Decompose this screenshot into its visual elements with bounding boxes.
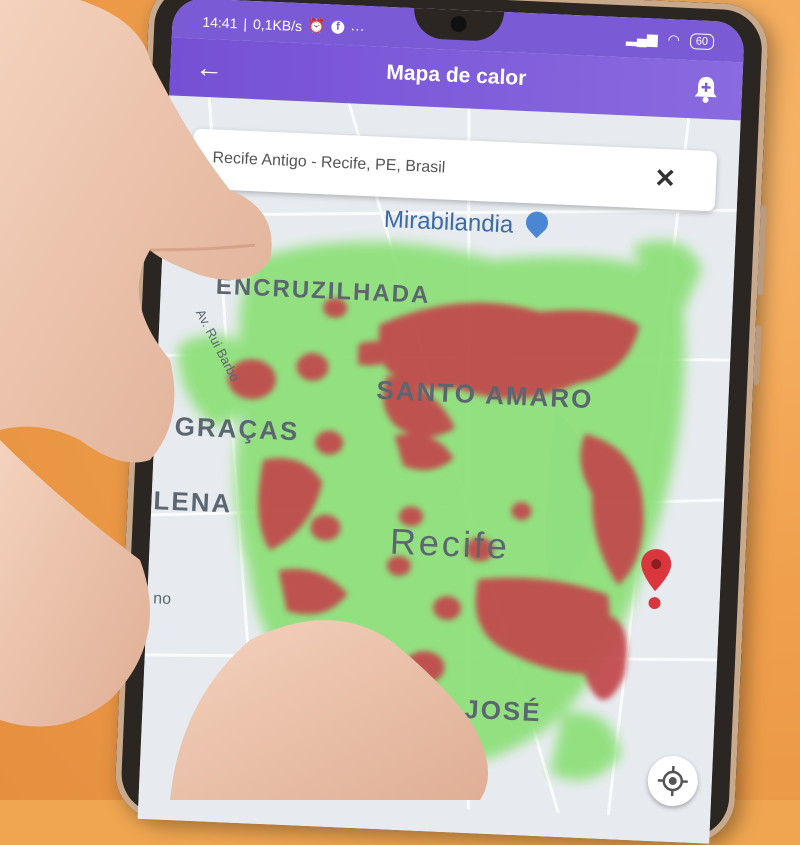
alarm-icon: ⏰ xyxy=(307,17,326,35)
map-label-sao-jose: SÃO JOSÉ xyxy=(392,690,543,728)
page-title: Mapa de calor xyxy=(385,60,527,90)
map-label-partial: no xyxy=(152,590,172,608)
map-label-gracas: GRAÇAS xyxy=(174,410,301,447)
more-icon: ··· xyxy=(350,19,365,37)
status-separator: | xyxy=(243,15,248,32)
my-location-button[interactable] xyxy=(646,754,699,808)
map-label-poi-text: Mirabilandia xyxy=(383,205,514,239)
status-network-speed: 0,1KB/s xyxy=(252,15,303,34)
facebook-icon: f xyxy=(331,20,345,34)
signal-icon: ▂▄▆ xyxy=(625,29,659,47)
close-icon[interactable]: ✕ xyxy=(654,163,677,194)
phone-device: 14:41 | 0,1KB/s ⏰ f ··· ▂▄▆ ◠ 60 ← Mapa … xyxy=(113,0,770,845)
my-location-icon xyxy=(657,765,688,797)
map-label-lena: LENA xyxy=(152,485,233,519)
status-time: 14:41 xyxy=(202,13,238,31)
map-label-recife: Recife xyxy=(389,520,511,567)
map-pin-icon[interactable] xyxy=(637,546,674,611)
bell-plus-icon[interactable] xyxy=(687,70,725,108)
wifi-icon: ◠ xyxy=(667,31,681,48)
battery-indicator: 60 xyxy=(689,32,715,50)
phone-screen: 14:41 | 0,1KB/s ⏰ f ··· ▂▄▆ ◠ 60 ← Mapa … xyxy=(137,0,745,844)
search-input[interactable]: Recife Antigo - Recife, PE, Brasil xyxy=(212,149,446,177)
heat-map[interactable]: Recife Antigo - Recife, PE, Brasil ✕ Mir… xyxy=(137,95,741,844)
camera-icon xyxy=(450,15,467,33)
